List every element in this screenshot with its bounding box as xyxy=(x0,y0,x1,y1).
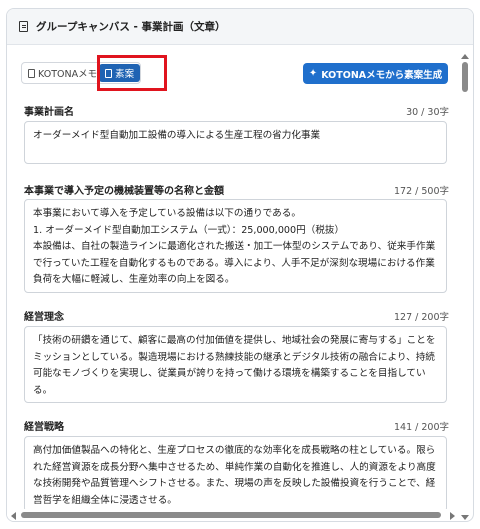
philosophy-field[interactable]: 「技術の研鑽を通じて、顧客に最高の付加価値を提供し、地域社会の発展に寄与する」こ… xyxy=(24,326,447,403)
text-line: 高付加価値製品への特化と、生産プロセスの徹底的な効率化を成長戦略の柱としている。… xyxy=(33,445,436,456)
scroll-down-arrow-icon[interactable] xyxy=(461,515,469,520)
text-line: 本事業において導入を予定している設備は以下の通りである。 xyxy=(33,208,301,219)
field-label-equipment: 本事業で導入予定の機械装置等の名称と金額 xyxy=(24,186,224,197)
text-line: 1. オーダーメイド型自動加工システム（一式）：25,000,000円（税抜） xyxy=(33,224,345,236)
highlight-annotation xyxy=(97,55,167,91)
text-line: で行っていた工程を自動化するものである。導入により、人手不足が深刻な現場における… xyxy=(33,257,435,269)
text-line: 可能なモノづくりを実現し、従業員が誇りを持って働ける環境を構築することを目指して… xyxy=(33,368,426,379)
vertical-scroll-thumb[interactable] xyxy=(462,62,468,92)
vertical-scrollbar[interactable] xyxy=(460,54,470,520)
text-line: 負荷を大幅に軽減し、生産効率の向上を図る。 xyxy=(33,274,235,285)
field-count-philosophy: 127 / 200字 xyxy=(393,312,449,323)
text-line: ミッションとしている。製造現場における熟練技能の継承とデジタル技術の融合により、… xyxy=(33,351,435,363)
sparkle-icon: ✦ xyxy=(308,68,318,79)
text-line: 本設備は、自社の製造ラインに最適化された搬送・加工一体型のシステムであり、従来手… xyxy=(33,241,436,252)
scroll-right-arrow-icon[interactable] xyxy=(450,512,455,520)
horizontal-scrollbar[interactable] xyxy=(7,509,459,521)
memo-doc-icon xyxy=(28,68,35,78)
document-icon xyxy=(19,21,28,32)
field-label-project-name: 事業計画名 xyxy=(24,107,74,118)
equipment-field[interactable]: 本事業において導入を予定している設備は以下の通りである。 1. オーダーメイド型… xyxy=(24,199,447,293)
panel-title: グループキャンバス - 事業計画（文章） xyxy=(36,21,226,33)
field-count-strategy: 141 / 200字 xyxy=(393,422,449,433)
field-count-project-name: 30 / 30字 xyxy=(406,107,449,118)
tab-kotona-memo-label: KOTONAメモ xyxy=(38,69,98,80)
horizontal-scroll-thumb[interactable] xyxy=(21,512,441,518)
field-label-philosophy: 経営理念 xyxy=(24,312,64,323)
project-name-field[interactable]: オーダーメイド型自動加工設備の導入による生産工程の省力化事業 xyxy=(24,121,447,164)
text-line: 営哲学を組織全体に浸透させる。 xyxy=(33,494,177,506)
generate-draft-label: KOTONAメモから素案生成 xyxy=(321,69,443,81)
panel-header: グループキャンバス - 事業計画（文章） xyxy=(7,9,473,45)
text-line: る。 xyxy=(33,384,53,396)
scroll-up-arrow-icon[interactable] xyxy=(461,54,469,59)
scroll-left-arrow-icon[interactable] xyxy=(11,512,16,520)
text-line: 「技術の研鑽を通じて、顧客に最高の付加価値を提供し、地域社会の発展に寄与する」こ… xyxy=(33,335,436,346)
content-area: KOTONAメモ 素案 ✦ KOTONAメモから素案生成 事業計画名 30 / … xyxy=(7,46,459,511)
group-canvas-panel: グループキャンバス - 事業計画（文章） KOTONAメモ 素案 ✦ KOTON… xyxy=(6,8,474,522)
generate-draft-button[interactable]: ✦ KOTONAメモから素案生成 xyxy=(303,63,448,84)
text-line: な技術開発や品質管理へシフトさせる。また、現場の声を反映した設備投資を行うことで… xyxy=(33,478,436,489)
strategy-field[interactable]: 高付加価値製品への特化と、生産プロセスの徹底的な効率化を成長戦略の柱としている。… xyxy=(24,436,447,511)
text-line: れた経営資源を成長分野へ集中させるため、単純作業の自動化を推進し、人的資源をより… xyxy=(33,461,436,473)
field-count-equipment: 172 / 500字 xyxy=(393,186,449,197)
tab-kotona-memo[interactable]: KOTONAメモ xyxy=(28,63,97,83)
field-label-strategy: 経営戦略 xyxy=(24,422,64,433)
text-line: オーダーメイド型自動加工設備の導入による生産工程の省力化事業 xyxy=(33,130,321,141)
